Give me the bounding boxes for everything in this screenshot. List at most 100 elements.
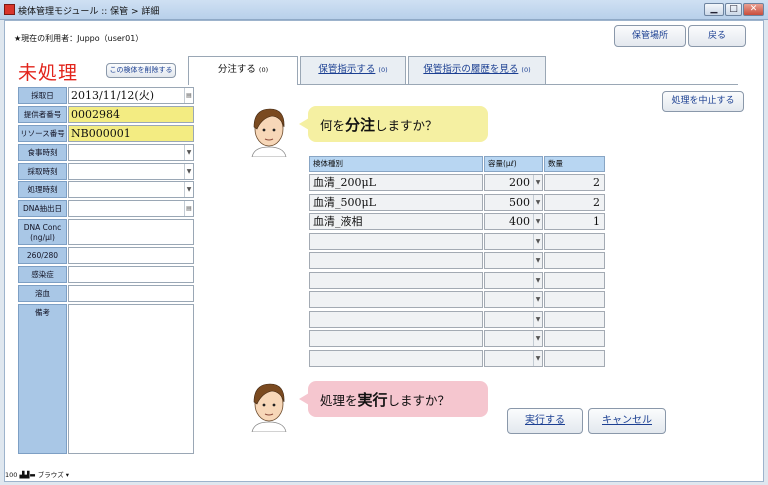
zoom-level[interactable]: 100 xyxy=(5,471,17,479)
row-quantity-cell-value: 1 xyxy=(593,215,600,228)
status-bar: 100 ▟▟▬ ブラウズ ▾ xyxy=(5,469,69,479)
avatar-icon xyxy=(251,108,287,157)
question-bubble-dispense: 何を分注しますか？ xyxy=(299,106,488,142)
chevron-down-icon[interactable]: ▼ xyxy=(184,182,193,197)
calendar-icon[interactable]: ▤ xyxy=(184,201,193,216)
row-type-cell[interactable] xyxy=(309,350,483,367)
chevron-down-icon[interactable]: ▼ xyxy=(533,351,542,366)
remarks-textarea[interactable] xyxy=(68,304,194,454)
dna-conc-input[interactable] xyxy=(68,219,194,245)
avatar-icon xyxy=(251,383,287,432)
row-type-cell[interactable] xyxy=(309,272,483,289)
meal-time-select[interactable]: ▼ xyxy=(68,144,194,161)
tab-storage-instruction[interactable]: 保管指示する (0) xyxy=(300,56,406,84)
row-type-cell-value: 血清_200μL xyxy=(313,176,376,189)
row-type-cell[interactable] xyxy=(309,252,483,269)
row-quantity-cell[interactable] xyxy=(544,350,605,367)
row-quantity-cell[interactable]: 2 xyxy=(544,194,605,211)
chevron-down-icon[interactable]: ▾ xyxy=(66,471,69,479)
collection-date-input[interactable]: 2013/11/12(火) ▤ xyxy=(68,87,194,104)
field-label: 食事時刻 xyxy=(18,144,67,161)
hemolysis-input[interactable] xyxy=(68,285,194,302)
row-type-cell[interactable] xyxy=(309,330,483,347)
row-quantity-cell[interactable] xyxy=(544,291,605,308)
close-button[interactable]: ✕ xyxy=(743,3,764,16)
field-label: DNA Conc (ng/μl) xyxy=(18,219,67,245)
chevron-down-icon[interactable]: ▼ xyxy=(184,145,193,160)
dna-extract-date-input[interactable]: ▤ xyxy=(68,200,194,217)
chevron-down-icon[interactable]: ▼ xyxy=(533,214,542,229)
cancel-process-button[interactable]: 処理を中止する xyxy=(662,91,744,112)
tab-label: 分注する xyxy=(217,64,256,75)
row-type-cell[interactable]: 血清_200μL xyxy=(309,174,483,191)
row-type-cell[interactable]: 血清_液相 xyxy=(309,213,483,230)
tab-count: (0) xyxy=(521,66,531,74)
tab-count: (0) xyxy=(258,66,269,74)
row-volume-cell[interactable]: 400 ▼ xyxy=(484,213,543,230)
chevron-down-icon[interactable]: ▼ xyxy=(533,273,542,288)
row-volume-cell[interactable]: ▼ xyxy=(484,350,543,367)
row-type-cell-value: 血清_液相 xyxy=(313,215,363,228)
status-title: 未処理 xyxy=(18,62,79,84)
row-quantity-cell-value: 2 xyxy=(593,196,600,209)
question-bubble-execute: 処理を実行しますか？ xyxy=(299,381,488,417)
tab-count: (0) xyxy=(378,66,388,74)
row-volume-cell[interactable]: ▼ xyxy=(484,311,543,328)
row-volume-cell[interactable]: 500 ▼ xyxy=(484,194,543,211)
row-volume-cell[interactable]: ▼ xyxy=(484,252,543,269)
infection-input[interactable] xyxy=(68,266,194,283)
field-label: 提供者番号 xyxy=(18,106,67,123)
column-header-quantity: 数量 xyxy=(544,156,605,172)
row-volume-cell[interactable]: ▼ xyxy=(484,330,543,347)
row-quantity-cell[interactable] xyxy=(544,272,605,289)
chevron-down-icon[interactable]: ▼ xyxy=(533,331,542,346)
delete-sample-button[interactable]: この検体を削除する xyxy=(106,63,176,78)
collection-time-select[interactable]: ▼ xyxy=(68,163,194,180)
field-label: 溶血 xyxy=(18,285,67,302)
row-volume-cell[interactable]: ▼ xyxy=(484,233,543,250)
maximize-button[interactable]: □ xyxy=(725,3,742,16)
chevron-down-icon[interactable]: ▼ xyxy=(533,195,542,210)
row-volume-cell[interactable]: ▼ xyxy=(484,291,543,308)
current-user-label: ★現在の利用者：Juppo（user01） xyxy=(14,34,144,43)
mode-select[interactable]: ブラウズ xyxy=(38,471,64,479)
ratio-260-280-input[interactable] xyxy=(68,247,194,264)
field-label: 採取日 xyxy=(18,87,67,104)
layout-toggle-icon[interactable]: ▟▟▬ xyxy=(20,471,36,479)
row-type-cell[interactable] xyxy=(309,291,483,308)
row-type-cell[interactable] xyxy=(309,311,483,328)
row-quantity-cell[interactable] xyxy=(544,252,605,269)
chevron-down-icon[interactable]: ▼ xyxy=(533,175,542,190)
row-type-cell[interactable] xyxy=(309,233,483,250)
row-volume-cell[interactable]: ▼ xyxy=(484,272,543,289)
row-quantity-cell[interactable] xyxy=(544,233,605,250)
row-quantity-cell[interactable]: 2 xyxy=(544,174,605,191)
row-volume-cell[interactable]: 200 ▼ xyxy=(484,174,543,191)
field-label: リソース番号 xyxy=(18,125,67,142)
tab-storage-history[interactable]: 保管指示の履歴を見る (0) xyxy=(408,56,546,84)
chevron-down-icon[interactable]: ▼ xyxy=(184,164,193,179)
row-quantity-cell-value: 2 xyxy=(593,176,600,189)
tab-dispense[interactable]: 分注する (0) xyxy=(188,56,298,85)
window-title: 検体管理モジュール :: 保管 > 詳細 xyxy=(18,7,160,17)
row-quantity-cell[interactable] xyxy=(544,330,605,347)
chevron-down-icon[interactable]: ▼ xyxy=(533,292,542,307)
row-type-cell[interactable]: 血清_500μL xyxy=(309,194,483,211)
calendar-icon[interactable]: ▤ xyxy=(184,88,193,103)
chevron-down-icon[interactable]: ▼ xyxy=(533,312,542,327)
chevron-down-icon[interactable]: ▼ xyxy=(533,234,542,249)
donor-number-input[interactable]: 0002984 xyxy=(68,106,194,123)
back-button[interactable]: 戻る xyxy=(688,25,746,47)
row-volume-cell-value: 400 xyxy=(509,215,530,228)
minimize-button[interactable]: ▁ xyxy=(704,3,724,16)
column-header-volume: 容量(μℓ) xyxy=(484,156,543,172)
field-label: 備考 xyxy=(18,304,67,454)
row-quantity-cell[interactable]: 1 xyxy=(544,213,605,230)
process-time-select[interactable]: ▼ xyxy=(68,181,194,198)
cancel-button[interactable]: キャンセル xyxy=(588,408,666,434)
resource-number-input[interactable]: NB000001 xyxy=(68,125,194,142)
execute-button[interactable]: 実行する xyxy=(507,408,583,434)
row-quantity-cell[interactable] xyxy=(544,311,605,328)
storage-place-button[interactable]: 保管場所 xyxy=(614,25,686,47)
chevron-down-icon[interactable]: ▼ xyxy=(533,253,542,268)
